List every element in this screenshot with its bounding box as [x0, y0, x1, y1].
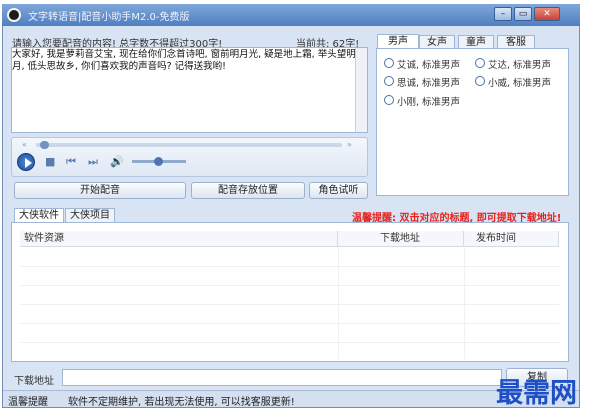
voice-radio-aida[interactable] [475, 58, 485, 68]
volume-thumb[interactable] [154, 157, 163, 166]
start-dubbing-button[interactable]: 开始配音 [14, 182, 186, 199]
voice-radio-aicheng[interactable] [384, 58, 394, 68]
voice-label-aicheng[interactable]: 艾诚, 标准男声 [397, 57, 460, 71]
column-header-publish-time[interactable]: 发布时间 [464, 231, 559, 247]
voice-label-sicheng[interactable]: 思诚, 标准男声 [397, 75, 460, 89]
tab-daxia-software[interactable]: 大侠软件 [14, 208, 64, 223]
fast-forward-icon[interactable]: » [347, 140, 352, 149]
role-trial-button[interactable]: 角色试听 [309, 182, 368, 199]
stop-icon[interactable]: ■ [45, 155, 55, 169]
rewind-icon[interactable]: « [22, 140, 27, 149]
tab-female-voice[interactable]: 女声 [419, 35, 455, 49]
app-avatar-icon [7, 8, 21, 22]
minimize-icon[interactable]: – [494, 7, 512, 21]
tab-daxia-projects[interactable]: 大侠项目 [65, 208, 115, 223]
next-icon[interactable]: ⏭ [88, 155, 98, 169]
tab-child-voice[interactable]: 童声 [458, 35, 494, 49]
voice-label-xiaogang[interactable]: 小刚, 标准男声 [397, 94, 460, 108]
editor-content[interactable]: 大家好, 我是萝莉音艾宝, 现在给你们念首诗吧, 窗前明月光, 疑是地上霜, 举… [12, 49, 357, 73]
download-url-label: 下载地址 [14, 376, 54, 387]
status-label: 温馨提醒 [8, 397, 48, 408]
site-watermark: 最需网 [496, 378, 577, 409]
status-message: 软件不定期维护, 若出现无法使用, 可以找客服更新! [68, 397, 295, 408]
voice-radio-xiaogang[interactable] [384, 95, 394, 105]
play-button[interactable] [17, 153, 35, 171]
voice-radio-xiaowei[interactable] [475, 76, 485, 86]
tab-service-voice[interactable]: 客服 [497, 35, 535, 49]
restore-icon[interactable]: ▭ [514, 7, 532, 21]
progress-thumb[interactable] [40, 141, 49, 149]
progress-track[interactable] [36, 143, 342, 147]
editor-scrollbar[interactable] [355, 48, 367, 132]
column-header-download-url[interactable]: 下载地址 [338, 231, 464, 247]
voice-label-xiaowei[interactable]: 小威, 标准男声 [488, 75, 551, 89]
grid-divider [20, 342, 559, 343]
previous-icon[interactable]: ⏮ [66, 155, 76, 169]
close-icon[interactable]: ✕ [534, 7, 560, 21]
grid-divider [20, 304, 559, 305]
save-location-button[interactable]: 配音存放位置 [191, 182, 305, 199]
download-url-field[interactable] [62, 369, 502, 386]
play-icon [25, 158, 32, 168]
voice-radio-sicheng[interactable] [384, 76, 394, 86]
grid-divider [20, 266, 559, 267]
grid-divider [20, 285, 559, 286]
voice-label-aida[interactable]: 艾达, 标准男声 [488, 57, 551, 71]
volume-icon[interactable]: 🔊 [110, 155, 124, 169]
window-title: 文字转语音|配音小助手M2.0-免费版 [28, 12, 190, 23]
grid-divider [20, 323, 559, 324]
column-header-resource[interactable]: 软件资源 [20, 231, 338, 247]
tab-male-voice[interactable]: 男声 [377, 34, 419, 49]
